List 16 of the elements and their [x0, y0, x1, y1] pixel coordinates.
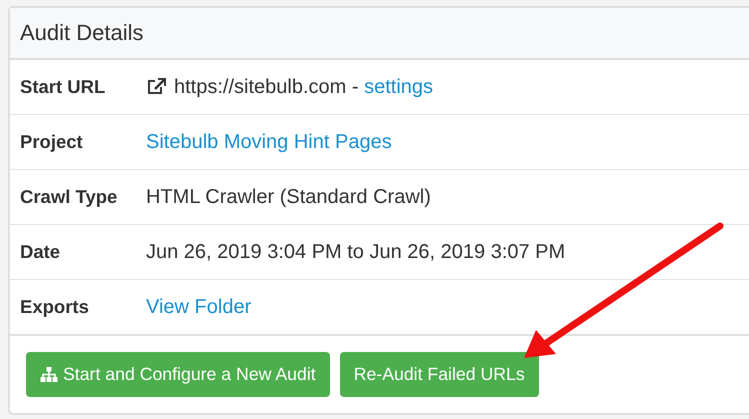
field-value: Jun 26, 2019 3:04 PM to Jun 26, 2019 3:07 PM	[146, 240, 566, 264]
link[interactable]: View Folder	[146, 296, 252, 318]
field-value: https://sitebulb.com - settings	[174, 76, 434, 98]
field-label: Project	[20, 131, 84, 153]
panel-title: Audit Details	[20, 20, 144, 46]
audit-button[interactable]: Re-Audit Failed URLs	[340, 352, 539, 397]
sitemap-icon	[40, 366, 58, 382]
field-value: HTML Crawler (Standard Crawl)	[146, 186, 431, 208]
link[interactable]: settings	[364, 76, 434, 98]
external-link-icon	[146, 78, 166, 96]
link[interactable]: Sitebulb Moving Hint Pages	[146, 130, 392, 154]
audit-button[interactable]: Start and Configure a New Audit	[26, 352, 330, 397]
field-label: Start URL	[20, 76, 106, 98]
field-label: Date	[20, 241, 62, 263]
field-label: Exports	[20, 296, 90, 318]
field-label: Crawl Type	[20, 186, 118, 208]
